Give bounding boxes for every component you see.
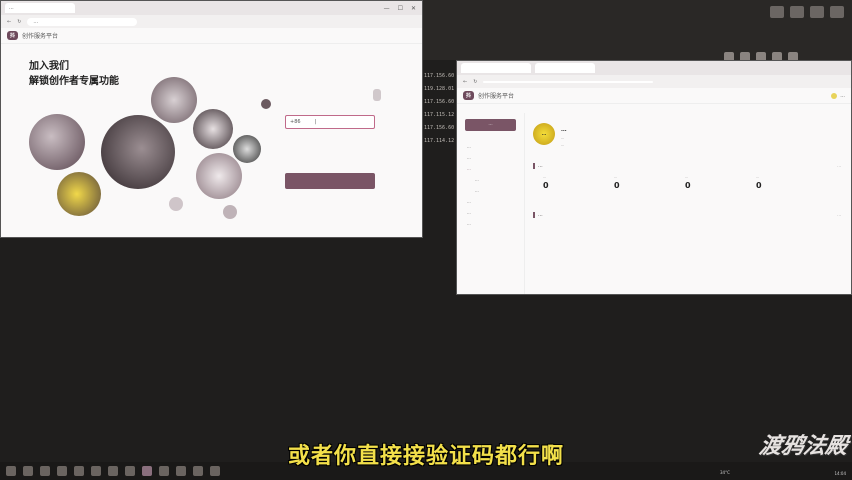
ip-item: 117.156.60 <box>424 99 455 105</box>
stat-value: 0 <box>756 181 762 190</box>
more-link[interactable]: ... <box>837 163 841 169</box>
hero-title: 加入我们 解锁创作者专属功能 <box>29 59 119 89</box>
login-button[interactable] <box>285 173 375 189</box>
publish-button[interactable]: ... <box>465 119 516 131</box>
recent-works-header: ... ... <box>533 212 841 218</box>
more-link[interactable]: ... <box>837 212 841 218</box>
sidebar-subitem[interactable]: ... <box>457 185 524 196</box>
tab-bar: ... — ☐ ✕ <box>1 1 422 15</box>
section-title: ... <box>538 163 543 169</box>
input-cursor: | <box>314 119 317 125</box>
dashboard-main: ... ... ... ... ... ... ... 0 ... 0 ... … <box>533 123 841 218</box>
browser-window-dashboard[interactable]: ← ↻ 抖 创作服务平台 ... ... ... ... ... ... ...… <box>456 60 852 295</box>
browser-tab[interactable] <box>461 63 531 73</box>
profile-description: ... <box>561 143 565 147</box>
close-icon[interactable]: ✕ <box>411 5 416 12</box>
site-name: 创作服务平台 <box>22 33 59 40</box>
sidebar-subitem[interactable]: ... <box>457 174 524 185</box>
creator-photo-circle <box>196 153 242 199</box>
creator-photo-circle <box>29 114 85 170</box>
refresh-icon[interactable]: ↻ <box>473 79 477 85</box>
ip-item: 117.115.12 <box>424 112 455 118</box>
user-name: ... <box>840 92 845 99</box>
maximize-icon[interactable]: ☐ <box>398 5 403 12</box>
stat-label: ... <box>614 175 618 179</box>
sidebar-item[interactable]: ... <box>457 218 524 229</box>
profile-meta: ... <box>561 136 565 140</box>
creator-photo-circle <box>193 109 233 149</box>
background-terminal <box>422 0 852 60</box>
browser-tab[interactable]: ... <box>5 3 75 13</box>
ip-item: 117.156.60 <box>424 73 455 79</box>
profile-card: ... ... ... ... <box>533 123 841 147</box>
logo: 抖 <box>7 31 19 40</box>
weather-widget[interactable]: 34°C <box>720 470 730 475</box>
stat-card: ... 0 <box>675 175 746 190</box>
user-menu[interactable]: ... <box>831 92 845 99</box>
back-icon[interactable]: ← <box>7 19 11 25</box>
hero-line-2: 解锁创作者专属功能 <box>29 76 119 87</box>
site-header: 抖 创作服务平台 ... <box>457 88 851 104</box>
stat-value: 0 <box>614 181 620 190</box>
user-avatar <box>831 92 838 99</box>
stat-label: ... <box>685 175 689 179</box>
sidebar-item[interactable]: ... <box>457 141 524 152</box>
sidebar: ... ... ... ... ... ... ... ... ... <box>457 113 525 294</box>
window-controls: — ☐ ✕ <box>384 5 422 12</box>
browser-window-login[interactable]: ... — ☐ ✕ ← ↻ ... 抖 创作服务平台 加入我们 解锁创作者专属功… <box>0 0 423 238</box>
stat-card: ... 0 <box>604 175 675 190</box>
profile-name: ... <box>561 127 567 133</box>
background-ip-list: 117.156.60 119.128.01 117.156.60 117.115… <box>424 70 460 148</box>
ip-item: 117.156.60 <box>424 125 455 131</box>
url-field[interactable] <box>483 80 654 83</box>
profile-avatar[interactable]: ... <box>533 123 555 145</box>
hero-line-1: 加入我们 <box>29 61 69 72</box>
phone-icon <box>373 89 381 101</box>
stat-card: ... 0 <box>533 175 604 190</box>
logo: 抖 <box>463 91 475 100</box>
window-controls <box>770 6 844 18</box>
decor-dot <box>261 99 271 109</box>
sidebar-item[interactable]: ... <box>457 196 524 207</box>
stat-label: ... <box>543 175 547 179</box>
decor-dot <box>223 205 237 219</box>
creator-photo-circle <box>233 135 261 163</box>
address-bar: ← ↻ <box>457 75 851 88</box>
stat-value: 0 <box>543 181 549 190</box>
site-header: 抖 创作服务平台 <box>1 28 422 44</box>
creator-photo-circle <box>57 172 101 216</box>
creator-photo-circle <box>151 77 197 123</box>
ip-item: 117.114.12 <box>424 138 455 144</box>
stat-card: ... 0 <box>746 175 817 190</box>
stats-row: ... 0 ... 0 ... 0 ... 0 <box>533 175 841 190</box>
clock-time: 14:04 <box>834 471 846 476</box>
browser-tab[interactable] <box>535 63 595 73</box>
address-bar: ← ↻ ... <box>1 15 422 28</box>
back-icon[interactable]: ← <box>463 79 467 85</box>
sidebar-item[interactable]: ... <box>457 207 524 218</box>
video-subtitle: 或者你直接接验证码都行啊 <box>287 444 564 469</box>
creator-photo-circle <box>101 115 175 189</box>
tab-bar <box>457 61 851 75</box>
url-field[interactable]: ... <box>27 17 138 26</box>
country-code[interactable]: +86 <box>290 119 301 125</box>
sidebar-item[interactable]: ... <box>457 163 524 174</box>
data-overview-header: ... ... <box>533 163 841 169</box>
clock[interactable]: 14:04 <box>834 471 846 477</box>
phone-input[interactable]: +86 | <box>285 115 375 129</box>
refresh-icon[interactable]: ↻ <box>17 19 21 25</box>
stat-value: 0 <box>685 181 691 190</box>
watermark-logo: 渡鸦法殿 <box>757 434 850 459</box>
site-name: 创作服务平台 <box>478 93 515 100</box>
decor-dot <box>169 197 183 211</box>
minimize-icon[interactable]: — <box>384 5 390 12</box>
stat-label: ... <box>756 175 760 179</box>
ip-item: 119.128.01 <box>424 86 455 92</box>
sidebar-item[interactable]: ... <box>457 152 524 163</box>
section-title: ... <box>538 212 543 218</box>
